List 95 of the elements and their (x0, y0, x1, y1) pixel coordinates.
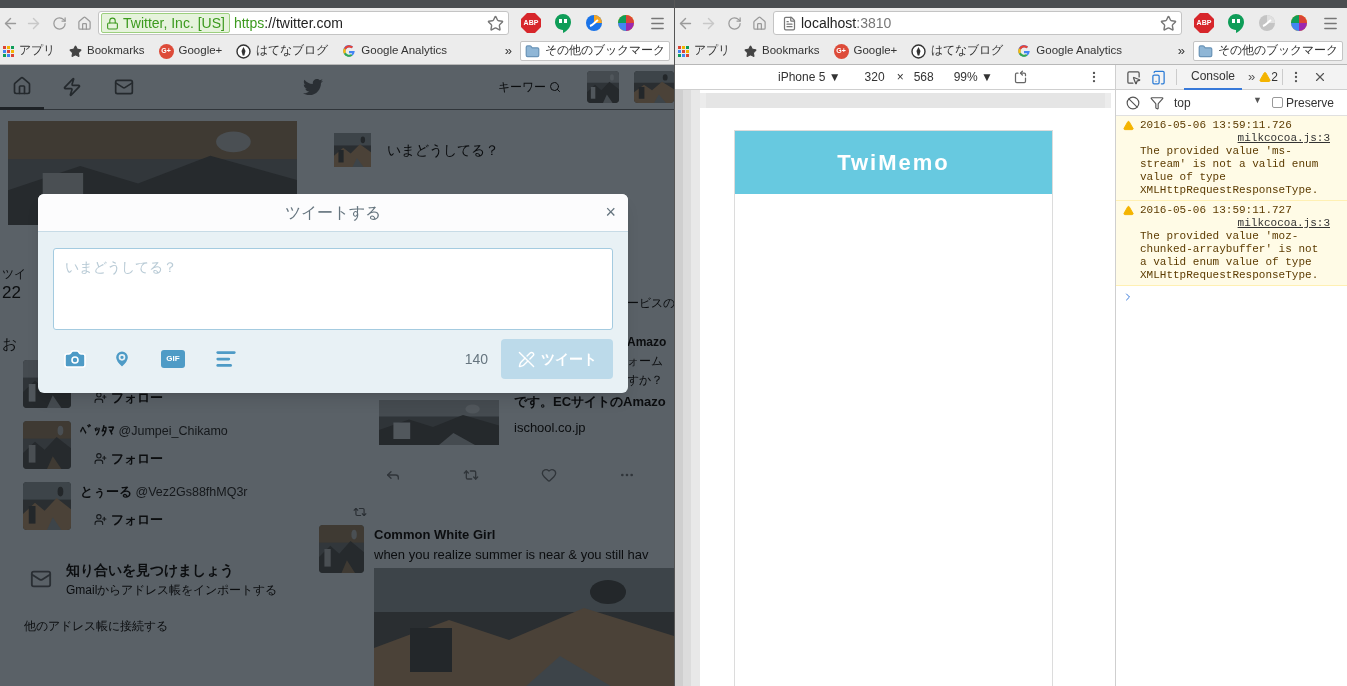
camera-icon[interactable] (63, 347, 87, 371)
character-counter: 140 (464, 349, 488, 369)
bookmark-star-icon[interactable] (487, 14, 504, 32)
star-icon (69, 44, 82, 58)
url-text[interactable]: localhost:3810 (801, 12, 1156, 34)
poll-icon[interactable] (215, 348, 237, 370)
color-wheel-icon[interactable] (617, 14, 635, 32)
tweet-text: ービスの (627, 295, 674, 312)
messages-icon[interactable] (114, 77, 134, 97)
tweet-input[interactable]: いまどうしてる？ (53, 248, 613, 330)
context-select[interactable]: top ▼ (1174, 93, 1266, 112)
stat-label: ツイ (2, 266, 26, 283)
swirl-icon[interactable] (585, 14, 603, 32)
notifications-icon[interactable] (62, 77, 82, 97)
rotate-icon[interactable] (1012, 69, 1028, 85)
retweet-icon[interactable] (463, 467, 479, 483)
devtools-tab[interactable]: Console (1184, 64, 1243, 90)
preserve-log-checkbox[interactable]: Preserve (1272, 93, 1335, 112)
stat-value: 22 (2, 283, 21, 303)
source-link[interactable]: milkcocoa.js:3 (1237, 132, 1330, 145)
pen-off-icon (517, 350, 535, 368)
url-text[interactable]: https://twitter.com (233, 12, 483, 34)
warning-counter[interactable]: 2 (1259, 68, 1278, 86)
reload-icon[interactable] (52, 15, 67, 31)
console-timestamp: 2016-05-06 13:59:11.727 (1140, 204, 1292, 217)
width-field[interactable]: 320 (864, 68, 885, 86)
search-icon (549, 81, 561, 93)
avatar-button[interactable] (587, 71, 619, 103)
bookmark-item[interactable]: はてなブログ (236, 42, 329, 60)
person-plus-icon (94, 391, 107, 405)
pen-nib-icon (911, 43, 927, 59)
card-text: です。ECサイトのAmazo (514, 393, 666, 411)
color-wheel-icon[interactable] (1290, 14, 1308, 32)
height-field[interactable]: 568 (913, 68, 934, 86)
other-bookmarks-folder[interactable]: その他のブックマーク (1193, 41, 1343, 61)
bird-icon[interactable] (303, 77, 323, 97)
home-icon[interactable] (752, 15, 767, 31)
find-friends-title: 知り合いを見つけましょう (66, 560, 235, 580)
apps-grid-icon (678, 45, 689, 57)
person-plus-icon (94, 513, 107, 527)
apps-grid-icon (3, 45, 14, 57)
mail-icon (30, 568, 52, 590)
home-icon[interactable] (77, 15, 92, 31)
bookmark-item[interactable]: はてなブログ (911, 42, 1004, 60)
device-mode-icon[interactable] (1151, 69, 1166, 85)
folder-icon (1198, 43, 1213, 59)
pen-nib-icon (236, 43, 252, 59)
warning-icon (1123, 205, 1134, 216)
source-link[interactable]: milkcocoa.js:3 (1237, 217, 1330, 230)
tweet-text: Amazo (627, 334, 668, 351)
tweet-text: when you realize summer is near & you still hav (374, 545, 650, 564)
person-plus-icon (94, 452, 107, 466)
device-select[interactable]: iPhone 5 ▼ (778, 68, 841, 86)
warning-icon (1123, 120, 1134, 131)
inspect-icon[interactable] (1126, 69, 1141, 85)
close-button[interactable]: × (605, 202, 616, 222)
zoom-select[interactable]: 99% ▼ (953, 68, 993, 86)
folder-icon (525, 43, 540, 59)
address-bar[interactable]: localhost:3810 (773, 11, 1182, 35)
retweeted-icon (353, 505, 367, 519)
speech-bubble-icon[interactable] (1228, 13, 1244, 33)
home-icon (12, 75, 32, 96)
other-bookmarks-folder[interactable]: その他のブックマーク (520, 41, 670, 61)
speech-bubble-icon[interactable] (555, 13, 571, 33)
profile-button[interactable] (634, 71, 674, 103)
more-tabs[interactable]: » (1248, 67, 1256, 87)
address-bar[interactable]: Twitter, Inc. [US] https://twitter.com (98, 11, 509, 35)
console-message: The provided value 'moz-chunked-arraybuffer' is not a valid enum value of type XMLHttpRequestResponseType. (1140, 230, 1320, 282)
lock-icon (106, 16, 119, 30)
google-logo-icon (342, 44, 357, 58)
bookmark-star-icon[interactable] (1160, 14, 1177, 32)
console-message: The provided value 'ms-stream' is not a valid enum value of type XMLHttpRequestResponseType. (1140, 145, 1320, 197)
bookmark-item[interactable]: アプリ (678, 42, 730, 60)
tweet-text: すか？ (627, 372, 664, 389)
more-bookmarks[interactable]: » (1177, 41, 1185, 61)
tweet-text: ォーム (627, 353, 664, 370)
warning-icon (1259, 71, 1272, 83)
dialog-title: ツイートする (285, 202, 381, 223)
clear-console-icon[interactable] (1126, 95, 1140, 110)
reload-icon[interactable] (727, 15, 742, 31)
bookmark-item[interactable]: Google Analytics (342, 42, 447, 60)
more-bookmarks[interactable]: » (504, 41, 512, 61)
bookmark-item[interactable]: Bookmarks (744, 42, 820, 60)
dimension-separator: × (896, 69, 904, 86)
star-icon (744, 44, 757, 58)
bookmark-item[interactable]: アプリ (3, 42, 55, 60)
console-timestamp: 2016-05-06 13:59:11.726 (1140, 119, 1292, 132)
bookmark-item[interactable]: Bookmarks (69, 42, 145, 60)
page-icon (782, 15, 797, 31)
heart-icon[interactable] (541, 467, 557, 483)
bookmark-item[interactable]: Google Analytics (1017, 42, 1122, 60)
google-logo-icon (1017, 44, 1032, 58)
filter-icon[interactable] (1150, 95, 1164, 110)
app-title: TwiMemo (837, 149, 950, 177)
section-title: お (2, 334, 17, 354)
